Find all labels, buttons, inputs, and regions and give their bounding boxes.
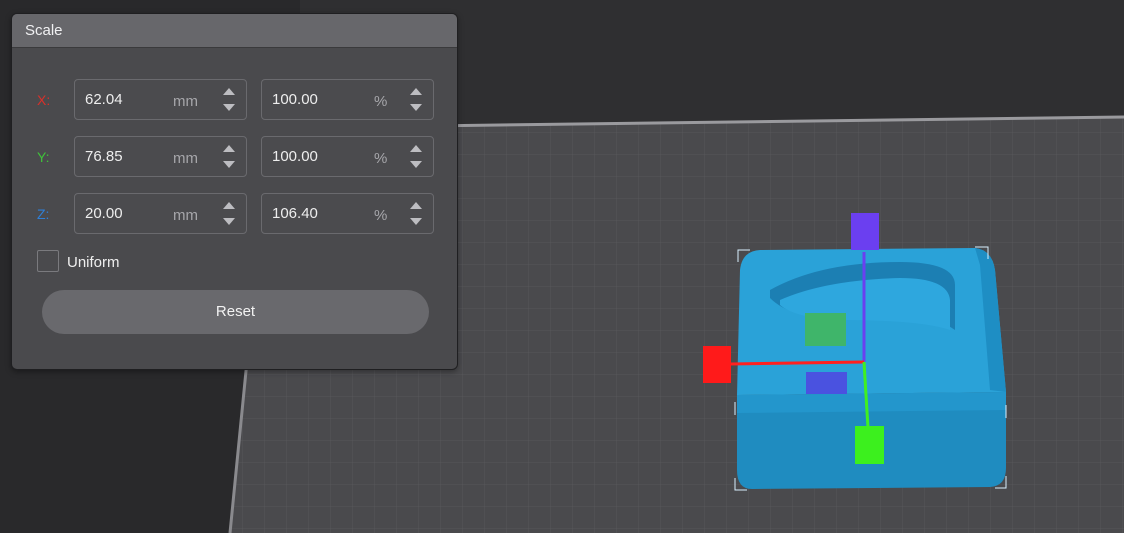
increment-icon[interactable] [410, 202, 422, 209]
x-size-spinner[interactable] [221, 84, 237, 116]
y-size-input[interactable]: 76.85 mm [74, 136, 247, 177]
x-axis-line [729, 360, 865, 366]
increment-icon[interactable] [410, 145, 422, 152]
y-size-value: 76.85 [85, 148, 123, 165]
decrement-icon[interactable] [410, 161, 422, 168]
uniform-label: Uniform [67, 254, 120, 271]
z-size-input[interactable]: 20.00 mm [74, 193, 247, 234]
z-size-unit: mm [173, 207, 198, 224]
x-axis-label: X: [37, 92, 51, 108]
x-size-unit: mm [173, 93, 198, 110]
y-percent-value: 100.00 [272, 148, 318, 165]
decrement-icon[interactable] [223, 161, 235, 168]
x-percent-value: 100.00 [272, 91, 318, 108]
scale-panel: Scale X: 62.04 mm 100.00 % Y: 76.85 mm 1… [11, 13, 458, 370]
z-scale-handle[interactable] [851, 213, 879, 250]
z-percent-input[interactable]: 106.40 % [261, 193, 434, 234]
increment-icon[interactable] [223, 88, 235, 95]
decrement-icon[interactable] [410, 218, 422, 225]
increment-icon[interactable] [410, 88, 422, 95]
panel-title: Scale [12, 14, 457, 48]
reset-button[interactable]: Reset [42, 290, 429, 334]
increment-icon[interactable] [223, 145, 235, 152]
z-size-value: 20.00 [85, 205, 123, 222]
xy-plane-handle[interactable] [805, 313, 846, 346]
z-percent-value: 106.40 [272, 205, 318, 222]
x-percent-input[interactable]: 100.00 % [261, 79, 434, 120]
y-scale-handle[interactable] [855, 426, 884, 464]
z-percent-spinner[interactable] [408, 198, 424, 230]
y-axis-label: Y: [37, 149, 50, 165]
z-percent-unit: % [374, 207, 388, 224]
z-axis-label: Z: [37, 206, 50, 222]
decrement-icon[interactable] [223, 104, 235, 111]
x-scale-handle[interactable] [703, 346, 731, 383]
y-size-spinner[interactable] [221, 141, 237, 173]
x-size-input[interactable]: 62.04 mm [74, 79, 247, 120]
y-percent-unit: % [374, 150, 388, 167]
z-size-spinner[interactable] [221, 198, 237, 230]
decrement-icon[interactable] [223, 218, 235, 225]
x-percent-unit: % [374, 93, 388, 110]
y-percent-input[interactable]: 100.00 % [261, 136, 434, 177]
uniform-checkbox[interactable] [37, 250, 59, 272]
y-percent-spinner[interactable] [408, 141, 424, 173]
y-size-unit: mm [173, 150, 198, 167]
xz-plane-handle[interactable] [806, 372, 847, 394]
decrement-icon[interactable] [410, 104, 422, 111]
x-size-value: 62.04 [85, 91, 123, 108]
increment-icon[interactable] [223, 202, 235, 209]
x-percent-spinner[interactable] [408, 84, 424, 116]
